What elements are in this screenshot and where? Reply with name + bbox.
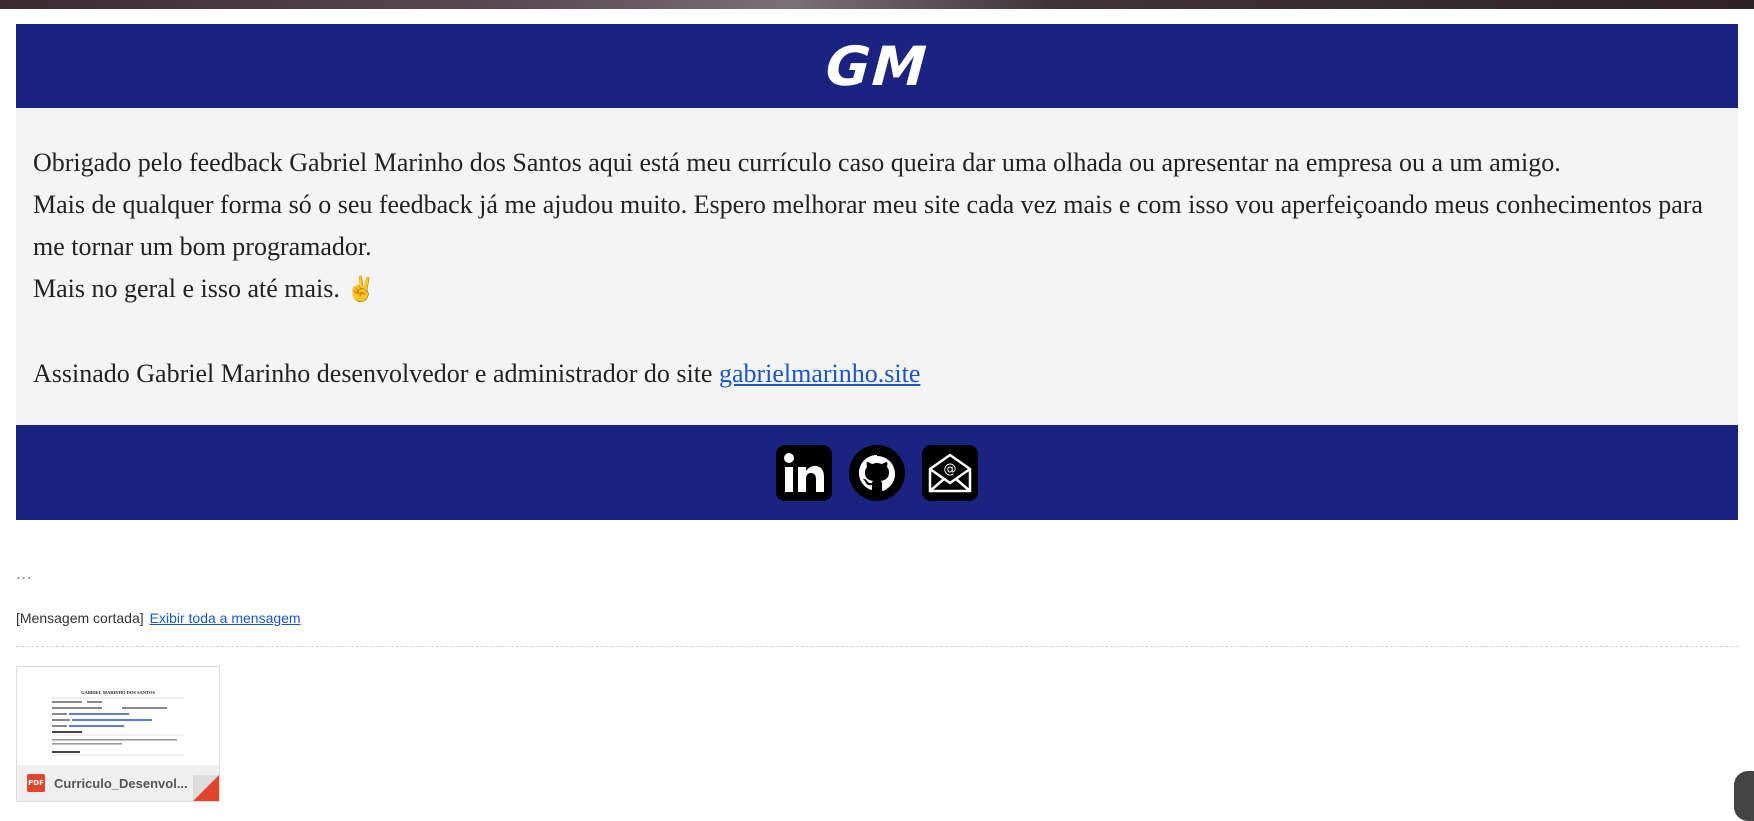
message-paragraph: Obrigado pelo feedback Gabriel Marinho d… bbox=[33, 148, 1561, 177]
message-content: Obrigado pelo feedback Gabriel Marinho d… bbox=[16, 108, 1738, 425]
closing-text: Mais no geral e isso até mais. bbox=[33, 274, 340, 303]
signature: Assinado Gabriel Marinho desenvolvedor e… bbox=[33, 353, 1721, 395]
preview-title: GABRIEL MARINHO DOS SANTOS bbox=[81, 690, 155, 695]
svg-text:@: @ bbox=[944, 462, 957, 477]
github-icon[interactable] bbox=[849, 444, 905, 501]
logo: GM bbox=[823, 34, 931, 98]
linkedin-icon[interactable] bbox=[776, 444, 832, 501]
floating-action-chip[interactable] bbox=[1734, 771, 1754, 821]
page-fold-corner-icon bbox=[193, 775, 219, 801]
signature-text: Assinado Gabriel Marinho desenvolvedor e… bbox=[33, 359, 719, 388]
site-link[interactable]: gabrielmarinho.site bbox=[719, 359, 920, 388]
email-body: GM Obrigado pelo feedback Gabriel Marinh… bbox=[16, 24, 1738, 520]
email-footer-banner: @ bbox=[16, 425, 1738, 520]
attachments-divider bbox=[16, 646, 1738, 647]
message-paragraph: Mais de qualquer forma só o seu feedback… bbox=[33, 190, 1703, 261]
victory-hand-emoji: ✌ bbox=[346, 277, 377, 303]
pdf-file-icon: PDF bbox=[27, 774, 45, 792]
show-full-message-link[interactable]: Exibir toda a mensagem bbox=[150, 610, 301, 626]
email-header-banner: GM bbox=[16, 24, 1738, 108]
message-paragraph: Mais no geral e isso até mais. ✌ bbox=[33, 268, 1721, 311]
pdf-preview-thumbnail: GABRIEL MARINHO DOS SANTOS bbox=[17, 667, 219, 767]
browser-top-strip bbox=[0, 0, 1754, 9]
email-icon[interactable]: @ bbox=[922, 444, 978, 501]
attachment-file-name: Curriculo_Desenvol... bbox=[54, 775, 188, 791]
quoted-text-toggle[interactable]: ... bbox=[16, 566, 32, 584]
attachment-info-bar: PDF Curriculo_Desenvol... bbox=[17, 765, 219, 801]
attachment-card[interactable]: GABRIEL MARINHO DOS SANTOS PDF Curriculo… bbox=[16, 666, 220, 802]
truncation-notice: [Mensagem cortada] Exibir toda a mensagem bbox=[16, 610, 301, 626]
truncated-label: [Mensagem cortada] bbox=[16, 610, 144, 626]
